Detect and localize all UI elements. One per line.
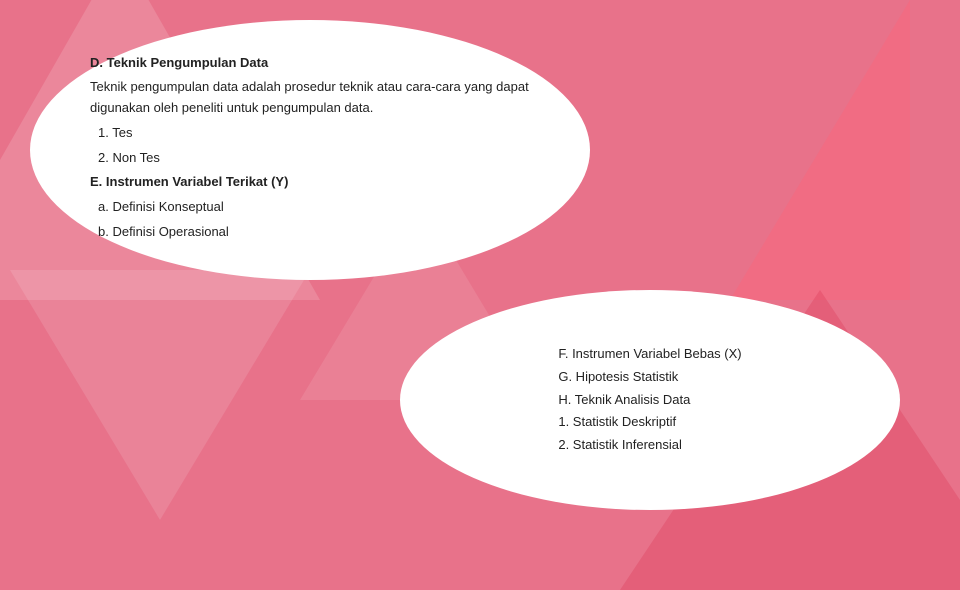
top-card: D. Teknik Pengumpulan Data Teknik pengum… [30,20,590,280]
bottom-line-2: G. Hipotesis Statistik [558,366,741,389]
bg-triangle-3 [10,270,310,520]
list-item-1: 1. Tes [98,123,530,144]
bg-triangle-2 [730,0,910,300]
list-item-2: 2. Non Tes [98,148,530,169]
bottom-line-4: 1. Statistik Deskriptif [558,411,741,434]
bottom-line-3: H. Teknik Analisis Data [558,389,741,412]
bottom-card: F. Instrumen Variabel Bebas (X) G. Hipot… [400,290,900,510]
item-a: a. Definisi Konseptual [98,197,530,218]
top-card-content: D. Teknik Pengumpulan Data Teknik pengum… [90,53,530,246]
section-d-title: D. Teknik Pengumpulan Data [90,53,530,74]
bottom-card-content: F. Instrumen Variabel Bebas (X) G. Hipot… [558,343,741,457]
section-d-body: Teknik pengumpulan data adalah prosedur … [90,77,530,119]
bottom-line-5: 2. Statistik Inferensial [558,434,741,457]
section-e-title: E. Instrumen Variabel Terikat (Y) [90,172,530,193]
bottom-line-1: F. Instrumen Variabel Bebas (X) [558,343,741,366]
item-b: b. Definisi Operasional [98,222,530,243]
